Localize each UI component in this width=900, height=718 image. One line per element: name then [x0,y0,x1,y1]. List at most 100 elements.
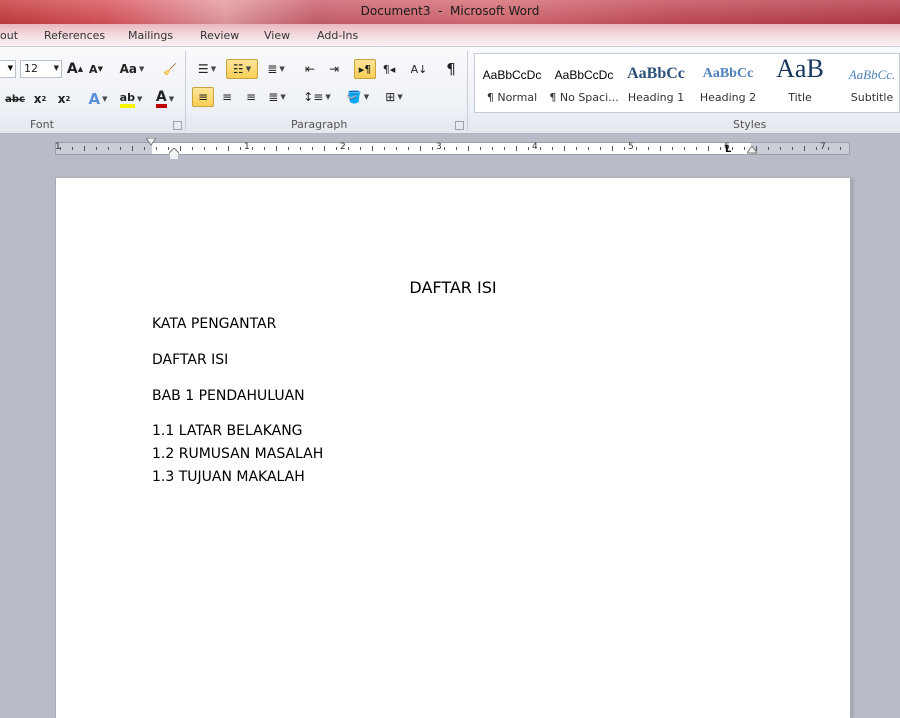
document-page[interactable]: DAFTAR ISI KATA PENGANTAR DAFTAR ISI BAB… [55,178,851,718]
borders-icon[interactable]: ⊞ ▼ [378,87,410,107]
style-heading-1[interactable]: AaBbCc Heading 1 [621,54,691,112]
line-spacing-icon[interactable]: ↕≡ ▼ [302,87,332,107]
styles-gallery: AaBbCcDc ¶ Normal AaBbCcDc ¶ No Spaci...… [474,53,900,113]
toc-line: KATA PENGANTAR [152,316,277,332]
bullets-icon[interactable]: ☰ ▼ [192,59,222,79]
style-normal[interactable]: AaBbCcDc ¶ Normal [477,54,547,112]
ruler-tick [360,147,361,150]
toc-line: DAFTAR ISI [152,352,229,368]
strikethrough-icon[interactable]: abc [4,89,26,109]
clear-formatting-icon[interactable]: 🧹 [160,59,180,79]
ruler-tick [648,147,649,150]
font-size-input[interactable]: 12 ▼ [20,60,62,78]
ruler-tick [252,147,253,150]
style-name: Subtitle [850,91,894,104]
ribbon: ▼ 12 ▼ A ▲ A ▼ Aa ▼ 🧹 abc x2 x2 A ▼ ab ▼ A ▼ F… [0,47,900,134]
align-left-icon[interactable]: ≡ [192,87,214,107]
justify-icon[interactable]: ≣ ▼ [262,87,292,107]
ruler-tick [72,147,73,150]
font-color-icon[interactable]: A ▼ [150,89,180,109]
text-effects-icon[interactable]: A ▼ [84,89,112,109]
tab-view[interactable]: View [264,29,290,42]
ruler-tick [324,146,325,151]
ruler-tick [804,146,805,151]
toc-line: 1.1 LATAR BELAKANG [152,423,303,439]
ruler-tick [708,146,709,151]
window-title: Document3 - Microsoft Word [360,4,540,18]
ribbon-tabs: out References Mailings Review View Add-… [0,24,900,47]
ruler-tick [684,147,685,150]
subscript-icon[interactable]: x2 [30,89,50,109]
ruler-tick [192,147,193,150]
decrease-indent-icon[interactable]: ⇤ [300,59,320,79]
ruler-tick [120,147,121,150]
tab-references[interactable]: References [44,29,105,42]
highlight-color-icon[interactable]: ab ▼ [116,89,146,109]
document-heading: DAFTAR ISI [409,278,497,297]
shading-icon[interactable]: 🪣 ▼ [342,87,374,107]
ruler-tick [276,146,277,151]
increase-indent-icon[interactable]: ⇥ [324,59,344,79]
right-indent-icon[interactable] [747,146,757,157]
tab-page-layout[interactable]: out [0,29,18,42]
ruler-tick [552,147,553,150]
hanging-indent-icon[interactable] [169,148,179,159]
style-no-spacing[interactable]: AaBbCcDc ¶ No Spaci... [549,54,619,112]
tab-review[interactable]: Review [200,29,239,42]
ruler-tick [204,147,205,150]
ruler-tick [240,147,241,150]
ltr-direction-icon[interactable]: ▸¶ [354,59,376,79]
style-heading-2[interactable]: AaBbCc Heading 2 [693,54,763,112]
ruler-tick [768,147,769,150]
toc-line: BAB 1 PENDAHULUAN [152,388,305,404]
ruler-tick [456,147,457,150]
show-formatting-icon[interactable]: ¶ [440,59,462,79]
sort-icon[interactable]: A↓ [408,59,430,79]
paragraph-dialog-launcher-icon[interactable] [455,121,464,130]
align-center-icon[interactable]: ≡ [216,87,238,107]
first-line-indent-icon[interactable] [146,138,156,149]
change-case-button[interactable]: Aa ▼ [118,59,146,79]
ruler-tick [780,147,781,150]
ruler-tick [516,146,517,151]
font-name-dropdown[interactable]: ▼ [0,60,16,78]
ruler-tick [372,146,373,151]
superscript-icon[interactable]: x2 [54,89,74,109]
ruler-number: 3 [436,142,442,152]
chevron-down-icon: ▼ [7,64,13,72]
ruler-number: 7 [820,142,826,152]
ruler-tick [540,147,541,150]
shrink-font-button[interactable]: A ▼ [87,59,105,79]
ruler-tick [588,147,589,150]
chevron-down-icon: ▼ [53,64,59,72]
ruler-tick [84,146,85,151]
tab-mailings[interactable]: Mailings [128,29,173,42]
paragraph-group-label: Paragraph [291,118,348,131]
ruler-tick [216,147,217,150]
ruler-number: 2 [340,142,346,152]
ruler-tick [600,147,601,150]
multilevel-list-icon[interactable]: ≣ ▼ [262,59,290,79]
tab-add-ins[interactable]: Add-Ins [317,29,358,42]
title-bar: Document3 - Microsoft Word [0,0,900,24]
font-dialog-launcher-icon[interactable] [173,121,182,130]
style-title[interactable]: AaB Title [765,54,835,112]
tab-stop-icon[interactable]: L [725,144,731,155]
ruler-tick [96,147,97,150]
ruler-tick [636,147,637,150]
style-subtitle[interactable]: AaBbCc. Subtitle [837,54,900,112]
rtl-direction-icon[interactable]: ¶◂ [378,59,400,79]
align-right-icon[interactable]: ≡ [240,87,262,107]
group-divider [467,51,468,131]
ruler-tick [180,146,181,151]
ruler-tick [288,147,289,150]
ruler-tick [792,147,793,150]
ruler-number: 4 [532,142,538,152]
ruler-tick [660,146,661,151]
ruler-tick [144,147,145,150]
styles-group-label: Styles [733,118,767,131]
numbering-icon[interactable]: ☷ ▼ [226,59,258,79]
ruler-tick [672,147,673,150]
grow-font-button[interactable]: A ▲ [66,59,84,79]
style-sample: AaBbCcDc [554,68,614,82]
